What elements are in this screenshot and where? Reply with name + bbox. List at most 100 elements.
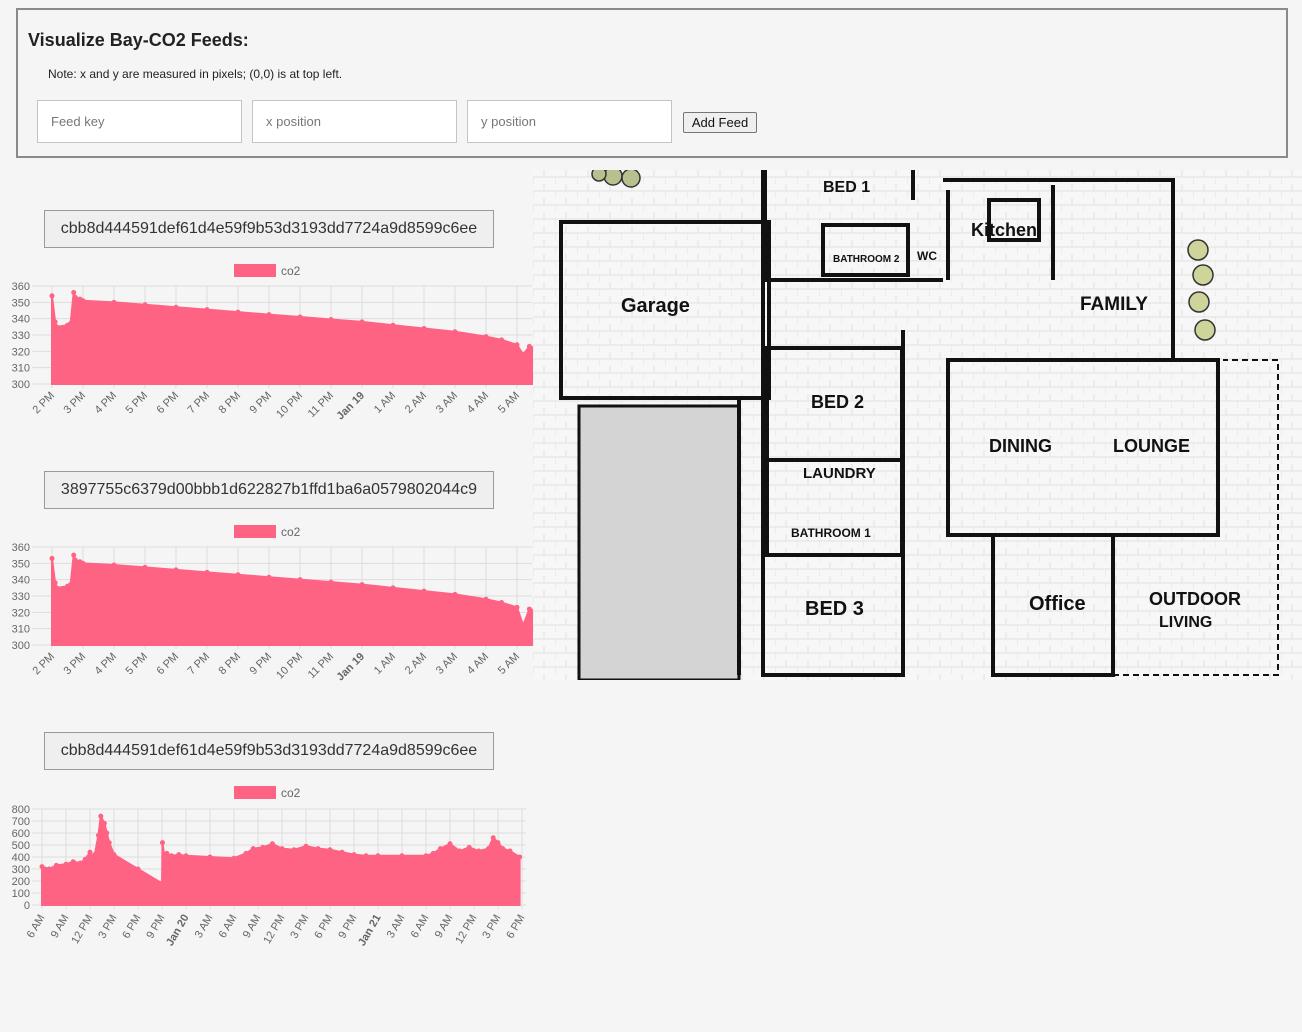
data-point[interactable] <box>101 820 107 826</box>
data-point[interactable] <box>375 853 381 859</box>
data-point[interactable] <box>72 294 78 300</box>
data-point[interactable] <box>328 579 334 585</box>
data-point[interactable] <box>452 591 458 597</box>
data-point[interactable] <box>72 557 78 563</box>
data-point[interactable] <box>183 853 189 859</box>
data-point[interactable] <box>430 850 436 856</box>
data-point[interactable] <box>80 298 86 304</box>
data-point[interactable] <box>266 312 272 318</box>
data-point[interactable] <box>260 844 266 850</box>
data-point[interactable] <box>176 852 182 858</box>
data-point[interactable] <box>315 846 321 852</box>
data-point[interactable] <box>207 854 213 860</box>
data-point[interactable] <box>39 864 45 870</box>
data-point[interactable] <box>142 302 148 308</box>
data-point[interactable] <box>421 325 427 331</box>
data-point[interactable] <box>204 307 210 313</box>
data-point[interactable] <box>95 832 101 838</box>
data-point[interactable] <box>328 316 334 322</box>
data-point[interactable] <box>466 844 472 850</box>
data-point[interactable] <box>111 852 117 858</box>
data-point[interactable] <box>159 840 165 846</box>
data-point[interactable] <box>303 843 309 849</box>
data-point[interactable] <box>526 606 532 612</box>
data-point[interactable] <box>54 585 60 591</box>
co2-series-area[interactable] <box>51 554 537 646</box>
data-point[interactable] <box>520 352 526 358</box>
data-point[interactable] <box>68 582 74 588</box>
data-point[interactable] <box>359 319 365 325</box>
data-point[interactable] <box>339 849 345 855</box>
data-point[interactable] <box>235 309 241 315</box>
data-point[interactable] <box>135 866 141 872</box>
data-point[interactable] <box>500 846 506 852</box>
chart-legend[interactable]: co2 <box>234 263 300 279</box>
chart-legend[interactable]: co2 <box>234 785 300 801</box>
data-point[interactable] <box>169 853 175 859</box>
data-point[interactable] <box>71 552 77 558</box>
data-point[interactable] <box>80 560 86 566</box>
data-point[interactable] <box>111 299 117 305</box>
data-point[interactable] <box>390 322 396 328</box>
data-point[interactable] <box>49 555 55 561</box>
data-point[interactable] <box>457 848 463 854</box>
data-point[interactable] <box>173 567 179 573</box>
data-point[interactable] <box>297 314 303 320</box>
data-point[interactable] <box>490 835 496 841</box>
data-point[interactable] <box>92 852 98 858</box>
data-point[interactable] <box>266 574 272 580</box>
data-point[interactable] <box>447 841 453 847</box>
data-point[interactable] <box>52 580 58 586</box>
data-point[interactable] <box>231 855 237 861</box>
data-point[interactable] <box>327 847 333 853</box>
data-point[interactable] <box>485 846 491 852</box>
data-point[interactable] <box>142 564 148 570</box>
co2-series-area[interactable] <box>51 292 537 385</box>
data-point[interactable] <box>507 848 513 854</box>
data-point[interactable] <box>520 622 526 628</box>
data-point[interactable] <box>173 304 179 310</box>
data-point[interactable] <box>164 850 170 856</box>
data-point[interactable] <box>63 861 69 867</box>
data-point[interactable] <box>363 853 369 859</box>
data-point[interactable] <box>526 343 532 349</box>
data-point[interactable] <box>399 853 405 859</box>
data-point[interactable] <box>159 880 165 886</box>
data-point[interactable] <box>517 854 523 860</box>
data-point[interactable] <box>476 848 482 854</box>
data-point[interactable] <box>390 585 396 591</box>
data-point[interactable] <box>68 321 74 327</box>
data-point[interactable] <box>70 859 76 865</box>
data-point[interactable] <box>250 846 256 852</box>
data-point[interactable] <box>235 572 241 578</box>
y-position-input[interactable] <box>467 100 672 143</box>
data-point[interactable] <box>514 604 520 610</box>
data-point[interactable] <box>54 324 60 330</box>
data-point[interactable] <box>423 853 429 859</box>
data-point[interactable] <box>499 337 504 343</box>
data-point[interactable] <box>514 342 520 348</box>
data-point[interactable] <box>77 860 83 866</box>
data-point[interactable] <box>297 577 303 583</box>
chart-legend[interactable]: co2 <box>234 524 300 540</box>
x-position-input[interactable] <box>252 100 457 143</box>
data-point[interactable] <box>421 588 427 594</box>
data-point[interactable] <box>269 841 275 847</box>
data-point[interactable] <box>71 290 77 296</box>
data-point[interactable] <box>359 582 365 588</box>
data-point[interactable] <box>495 840 501 846</box>
data-point[interactable] <box>49 293 55 299</box>
data-point[interactable] <box>104 830 110 836</box>
data-point[interactable] <box>483 334 489 340</box>
data-point[interactable] <box>204 569 210 575</box>
data-point[interactable] <box>106 840 112 846</box>
feed-key-input[interactable] <box>37 100 242 143</box>
data-point[interactable] <box>46 866 52 872</box>
data-point[interactable] <box>291 847 297 853</box>
data-point[interactable] <box>437 846 443 852</box>
data-point[interactable] <box>111 562 117 568</box>
data-point[interactable] <box>52 319 58 325</box>
data-point[interactable] <box>351 852 357 858</box>
data-point[interactable] <box>53 862 59 868</box>
data-point[interactable] <box>499 600 504 606</box>
